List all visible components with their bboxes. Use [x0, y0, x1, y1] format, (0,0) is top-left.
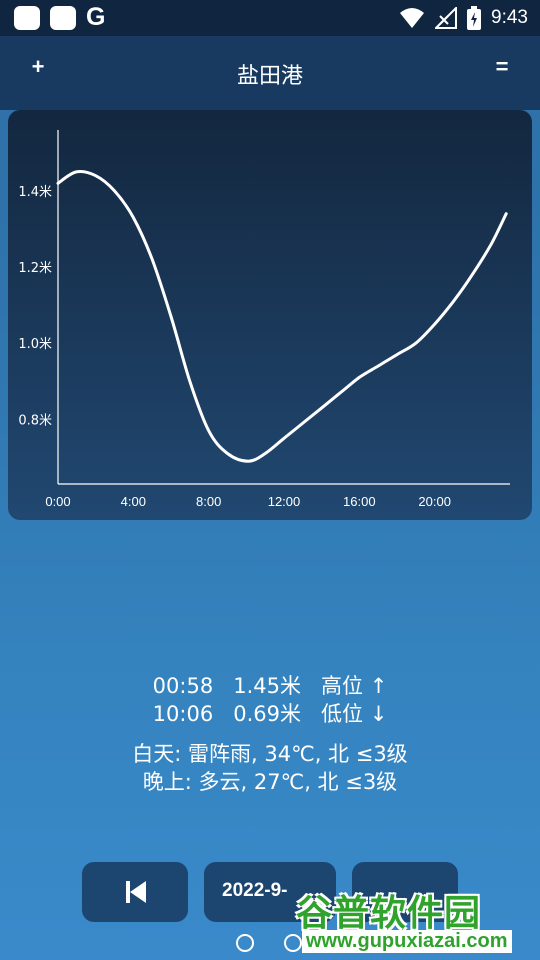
y-tick-label: 0.8米	[18, 413, 52, 428]
wifi-icon	[400, 8, 425, 28]
app-header: + 盐田港 =	[0, 36, 540, 110]
x-tick-label: 8:00	[196, 494, 221, 509]
arrow-up-icon: ↑	[369, 674, 388, 698]
battery-icon	[467, 6, 482, 30]
tide-row: 00:58 1.45米 高位 ↑	[0, 672, 540, 700]
tide-type: 低位	[321, 702, 364, 726]
tide-chart: 0:00 4:00 8:00 12:00 16:00 20:00 0.8米 1.0米 1.2米 1…	[8, 110, 532, 520]
weather-day: 白天: 雷阵雨, 34℃, 北 ≤3级	[132, 742, 408, 766]
tide-type: 高位	[321, 674, 364, 698]
watermark-logo: 谷普软件园 www.gupuxiazai.com	[296, 884, 540, 960]
tide-height: 0.69米	[233, 702, 301, 726]
date-label: 2022-9-	[222, 880, 288, 901]
tide-time: 00:58	[152, 674, 214, 698]
skip-previous-icon	[126, 881, 146, 903]
page-title: 盐田港	[236, 64, 303, 89]
app-icon	[50, 6, 76, 30]
arrow-down-icon: ↓	[369, 702, 388, 726]
x-tick-label: 20:00	[418, 494, 451, 509]
y-tick-label: 1.0米	[18, 337, 52, 352]
clock: 9:43	[491, 7, 528, 28]
tide-time: 10:06	[152, 702, 214, 726]
tide-line	[56, 169, 508, 463]
google-icon: G	[86, 3, 106, 31]
y-tick-label: 1.4米	[18, 185, 52, 200]
x-tick-label: 12:00	[268, 494, 301, 509]
x-tick-label: 16:00	[343, 494, 376, 509]
watermark-name: 谷普软件园	[296, 893, 482, 934]
x-tick-label: 4:00	[121, 494, 146, 509]
previous-day-button[interactable]	[82, 862, 188, 922]
tide-height: 1.45米	[233, 674, 301, 698]
tide-row: 10:06 0.69米 低位 ↓	[0, 700, 540, 728]
tide-chart-svg: 0:00 4:00 8:00 12:00 16:00 20:00 0.8米 1.0米 1.2米 1…	[18, 130, 510, 509]
weather-night: 晚上: 多云, 27℃, 北 ≤3级	[142, 770, 398, 794]
menu-button[interactable]: =	[482, 54, 522, 80]
status-icons: 9:43	[399, 0, 528, 36]
status-bar: G 9:43	[0, 0, 540, 36]
app-icon	[14, 6, 40, 30]
page-indicator-dot[interactable]	[236, 934, 254, 952]
watermark-url: www.gupuxiazai.com	[302, 930, 512, 953]
y-tick-label: 1.2米	[18, 261, 52, 276]
x-tick-label: 0:00	[45, 494, 70, 509]
signal-icon	[435, 7, 458, 29]
